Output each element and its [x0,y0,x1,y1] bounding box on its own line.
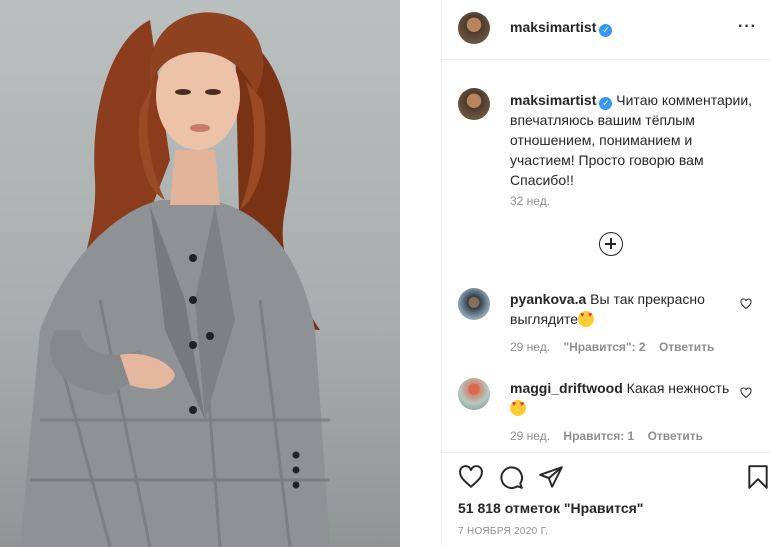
likes-count[interactable]: 51 818 отметок "Нравится" [458,500,643,516]
bookmark-icon[interactable] [745,464,770,490]
author-avatar[interactable] [458,12,490,44]
comment-icon[interactable] [498,464,524,490]
comment-likes-count[interactable]: "Нравится": 2 [563,340,645,354]
plus-circle-icon[interactable] [599,232,623,256]
comment-username[interactable]: pyankova.a [510,291,586,307]
comment-avatar[interactable] [458,288,490,320]
comment-reply-button[interactable]: Ответить [648,429,703,443]
author-name-row: maksimartist ✓ [510,19,613,37]
post-details-panel: maksimartist ✓ ··· maksimartist ✓ Читаю ко… [441,0,770,547]
comment-username[interactable]: maggi_driftwood [510,380,623,396]
comment-like-heart-icon[interactable] [740,298,752,310]
comment-item: maggi_driftwood Какая нежность [510,378,730,418]
post-photo-illustration [20,12,330,547]
post-header: maksimartist ✓ ··· [442,0,770,60]
caption-author-username[interactable]: maksimartist [510,92,596,108]
author-username[interactable]: maksimartist [510,19,596,35]
post-date[interactable]: 7 НОЯБРЯ 2020 Г. [458,526,548,537]
comment-reply-button[interactable]: Ответить [659,340,714,354]
heart-icon[interactable] [458,464,484,490]
comment-meta: 29 нед. Нравится: 1 Ответить [510,429,713,443]
verified-badge-icon: ✓ [599,24,613,37]
comment-likes-count[interactable]: Нравится: 1 [563,429,634,443]
comment-timestamp[interactable]: 29 нед. [510,340,550,354]
post-caption: maksimartist ✓ Читаю комментарии, впечатл… [510,90,756,190]
caption-timestamp[interactable]: 32 нед. [510,194,550,208]
more-horizontal-icon[interactable]: ··· [738,18,757,36]
comment-text: Какая нежность [626,380,730,396]
heart-eyes-emoji [510,400,526,416]
comment-avatar[interactable] [458,378,490,410]
comment-item: pyankova.a Вы так прекрасно выглядите [510,289,730,329]
comment-timestamp[interactable]: 29 нед. [510,429,550,443]
caption-author-avatar[interactable] [458,88,490,120]
verified-badge-icon: ✓ [599,97,613,110]
post-photo[interactable] [0,0,400,547]
actions-divider [442,452,770,453]
send-icon[interactable] [538,464,564,490]
comment-like-heart-icon[interactable] [740,387,752,399]
comment-meta: 29 нед. "Нравится": 2 Ответить [510,340,724,354]
heart-eyes-emoji [578,311,595,327]
